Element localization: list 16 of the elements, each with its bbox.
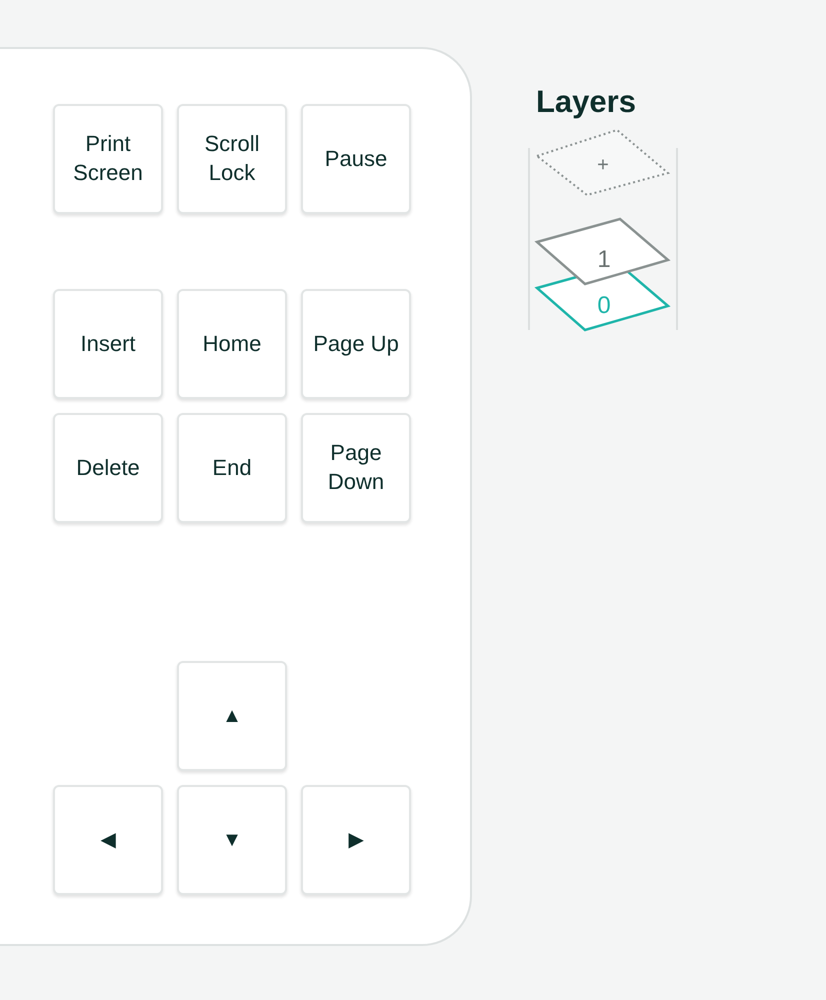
arrow-key[interactable]: ▶ [301,785,411,895]
layer-tile[interactable]: 1 [534,218,671,286]
key[interactable]: Page Down [301,413,411,523]
arrow-key[interactable]: ◀ [53,785,163,895]
key[interactable]: Page Up [301,289,411,399]
add-layer-button[interactable]: + [534,128,670,196]
key[interactable]: Home [177,289,287,399]
key[interactable]: Insert [53,289,163,399]
layers-title: Layers [536,84,637,120]
arrow-key[interactable]: ▼ [177,785,287,895]
key[interactable]: Pause [301,104,411,214]
key[interactable]: End [177,413,287,523]
key[interactable]: Print Screen [53,104,163,214]
key[interactable]: Delete [53,413,163,523]
arrow-key[interactable]: ▲ [177,661,287,771]
key[interactable]: Scroll Lock [177,104,287,214]
